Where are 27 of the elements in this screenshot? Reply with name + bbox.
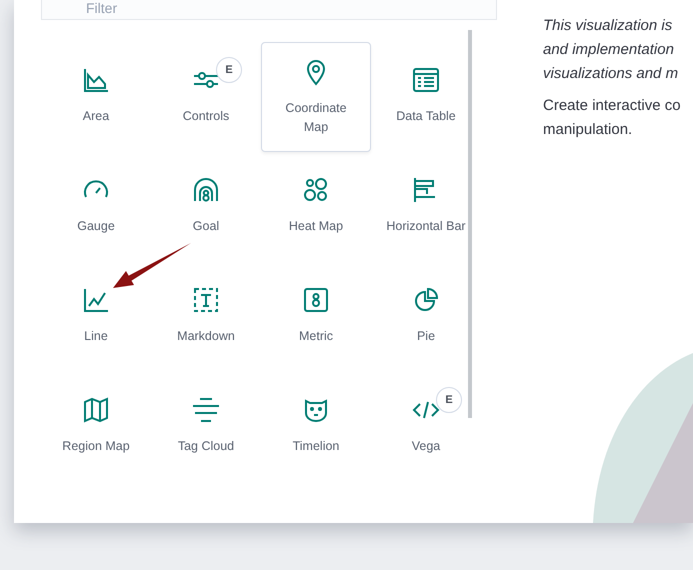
visualization-tile[interactable]: Metric: [261, 262, 371, 372]
text-frame-icon: [191, 285, 221, 315]
metric-icon: [301, 285, 331, 315]
visualization-tile[interactable]: Region Map: [41, 372, 151, 482]
experimental-badge: E: [436, 387, 462, 413]
visualization-tile[interactable]: Line: [41, 262, 151, 372]
filter-field[interactable]: Filter: [41, 0, 497, 20]
visualization-tile[interactable]: Pie: [371, 262, 481, 372]
visualization-tile[interactable]: Markdown: [151, 262, 261, 372]
visualization-tile[interactable]: Area: [41, 42, 151, 152]
visualization-tile[interactable]: Tag Cloud: [151, 372, 261, 482]
visualization-tile[interactable]: Horizontal Bar: [371, 152, 481, 262]
description-text: Create interactive co manipulation.: [543, 96, 681, 140]
scrollbar[interactable]: [468, 30, 472, 418]
map-icon: [81, 395, 111, 425]
visualization-tile[interactable]: E Controls: [151, 42, 261, 152]
tag-cloud-icon: [191, 395, 221, 425]
visualization-tile[interactable]: Coordinate Map: [261, 42, 371, 152]
experimental-notice: This visualization is and implementation visualizations and m: [543, 16, 680, 84]
visualization-tile[interactable]: Timelion: [261, 372, 371, 482]
visualization-tile[interactable]: Goal: [151, 152, 261, 262]
visualization-tile[interactable]: Data Table: [371, 42, 481, 152]
visualization-tile[interactable]: E Vega: [371, 372, 481, 482]
visualization-tile[interactable]: Heat Map: [261, 152, 371, 262]
experimental-badge: E: [216, 57, 242, 83]
visualization-tile[interactable]: Gauge: [41, 152, 151, 262]
table-icon: [411, 65, 441, 95]
